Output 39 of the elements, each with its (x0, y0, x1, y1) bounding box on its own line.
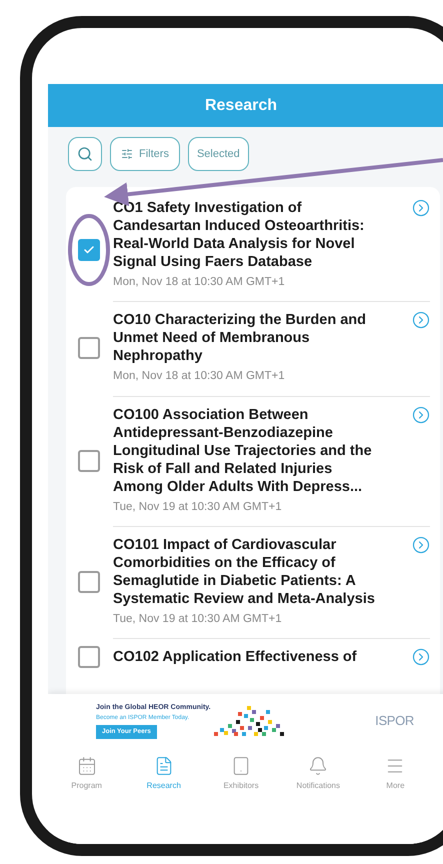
header-title: Research (204, 96, 278, 116)
checkbox[interactable] (78, 646, 100, 668)
session-item[interactable]: CO100 Association Between Antidepressant-Benzodiazepine Longitudinal Use Trajectories and the Risk of Fall and Related Injuries Among Older Adults With Depress... Tue, Nov 19 at 10:30 AM GMT+1 (66, 396, 440, 526)
session-time: Tue, Nov 19 at 10:30 AM GMT+1 (113, 612, 283, 627)
session-item[interactable]: CO10 Characterizing the Burden and Unmet Need of Membranous Nephropathy Mon, Nov 18 at 10:30 AM GMT+1 (66, 301, 440, 396)
sliders-icon (121, 148, 133, 160)
session-title: CO101 Impact of Cardiovascular Comorbidities on the Efficacy of Semaglutide in Diabetic Patients: A Systematic Review and Meta-Analysis (113, 536, 375, 608)
tab[interactable]: Exhibitors (202, 756, 280, 792)
session-time: Tue, Nov 19 at 10:30 AM GMT+1 (113, 500, 283, 514)
session-time: Mon, Nov 18 at 10:30 AM GMT+1 (113, 369, 286, 384)
tablet-icon (231, 756, 251, 776)
session-title: CO100 Association Between Antidepressant-Benzodiazepine Longitudinal Use Trajectories and the Risk of Fall and Related Injuries Among Older Adults With Depress... (113, 406, 373, 496)
chevron-circle-icon[interactable] (412, 406, 430, 424)
session-item[interactable]: CO102 Application Effectiveness of (66, 638, 440, 676)
crowd-drawing (214, 706, 284, 736)
chevron-circle-icon[interactable] (412, 199, 430, 217)
tab[interactable]: Notifications (280, 756, 357, 792)
session-time: Mon, Nov 18 at 10:30 AM GMT+1 (113, 275, 286, 290)
selected-button[interactable]: Selected (188, 137, 249, 171)
search-icon (77, 146, 93, 162)
bell-icon (308, 756, 328, 776)
chevron-circle-icon[interactable] (412, 536, 430, 554)
calendar-icon (76, 756, 97, 776)
chevron-circle-icon[interactable] (412, 311, 430, 330)
session-item[interactable]: CO101 Impact of Cardiovascular Comorbidities on the Efficacy of Semaglutide in Diabetic Patients: A Systematic Review and Meta-Analysis Tue, Nov 19 at 10:30 AM GMT+1 (66, 526, 440, 638)
checkbox[interactable] (78, 239, 100, 262)
ispor-logo: ISPOR (375, 712, 414, 730)
tab[interactable]: More (356, 756, 434, 792)
checkbox[interactable] (78, 570, 100, 593)
search-button[interactable] (68, 137, 102, 171)
filters-button[interactable]: Filters (110, 137, 180, 171)
annotation-circle (68, 214, 110, 286)
tab[interactable]: Research (125, 756, 202, 792)
tab[interactable]: Program (48, 756, 126, 792)
session-title: CO10 Characterizing the Burden and Unmet Need of Membranous Nephropathy (113, 311, 367, 366)
session-title: CO102 Application Effectiveness of (113, 648, 358, 666)
chevron-circle-icon[interactable] (412, 648, 430, 666)
checkbox[interactable] (78, 337, 100, 360)
checkbox[interactable] (78, 450, 100, 472)
